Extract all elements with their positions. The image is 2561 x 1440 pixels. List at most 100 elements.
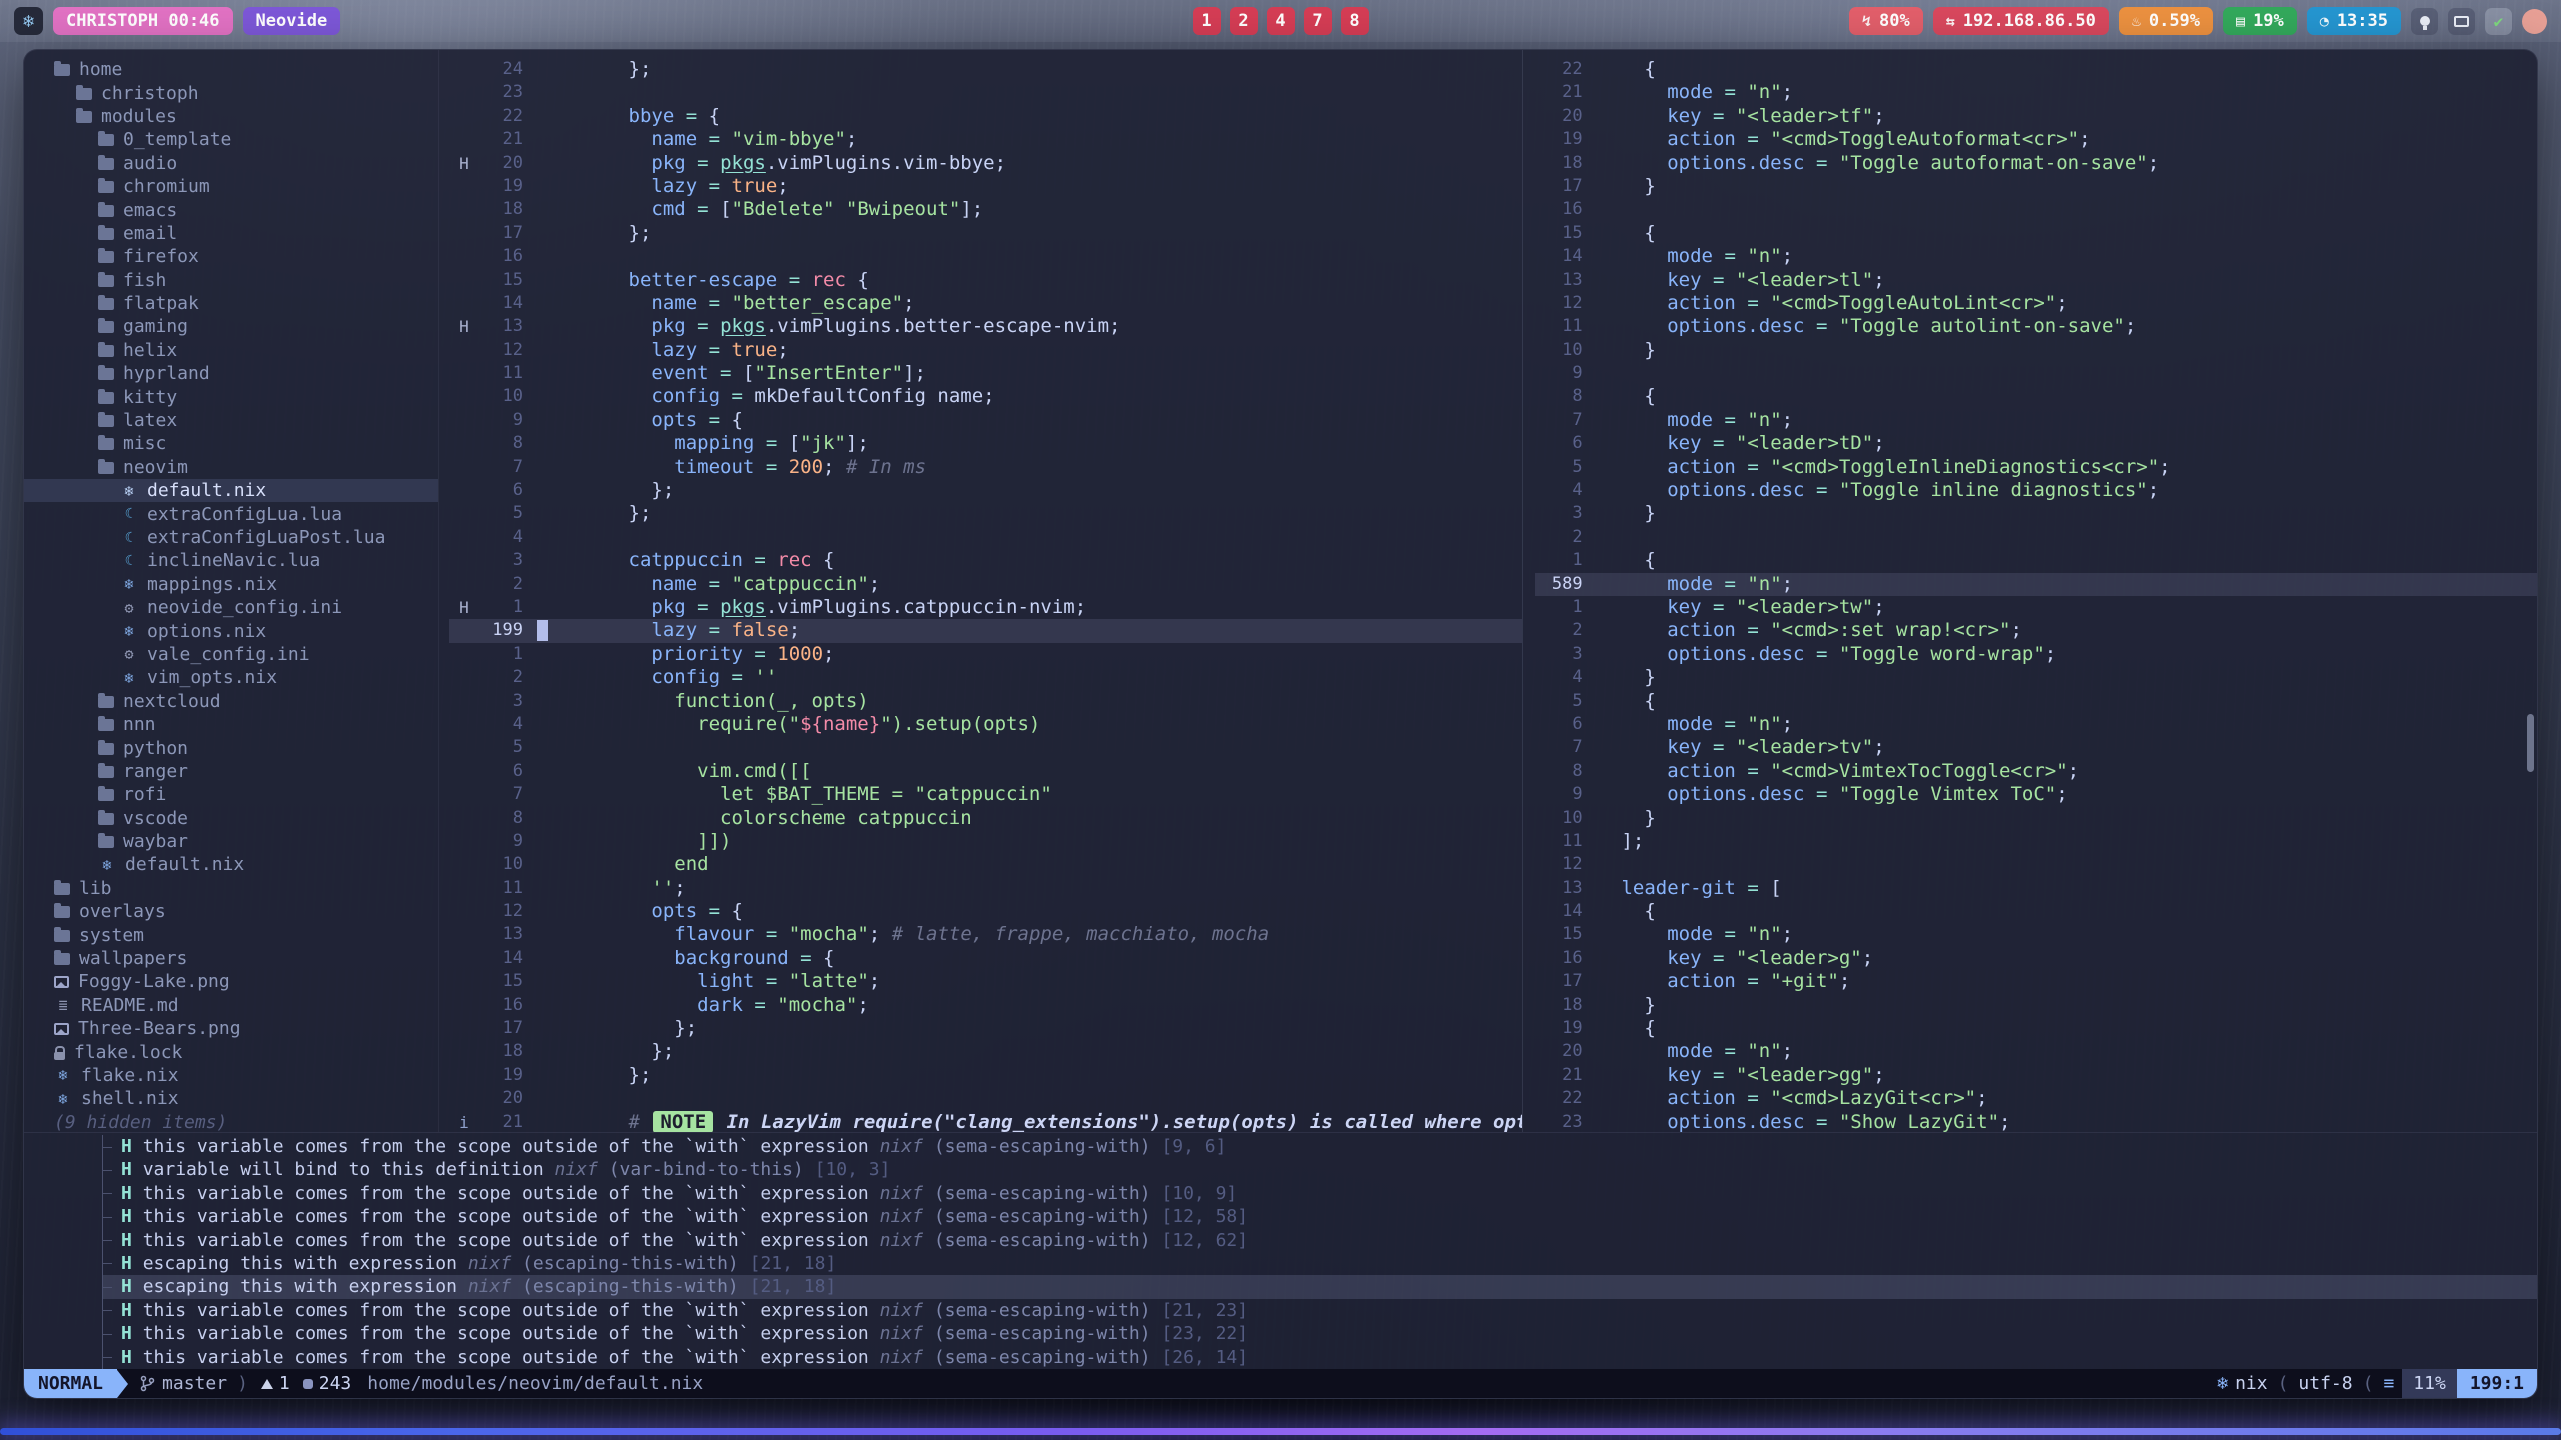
code-line[interactable]: 1 { — [1535, 549, 2537, 572]
workspace-button[interactable]: 4 — [1267, 7, 1295, 35]
code-line[interactable]: 5 action = "<cmd>ToggleInlineDiagnostics… — [1535, 456, 2537, 479]
code-line[interactable]: 17 action = "+git"; — [1535, 970, 2537, 993]
tree-item[interactable]: helix — [24, 339, 438, 362]
code-line[interactable]: 8 mapping = ["jk"]; — [449, 432, 1522, 455]
display-icon[interactable] — [2448, 8, 2475, 35]
tree-item[interactable]: home — [24, 58, 438, 81]
tree-item[interactable]: ☾extraConfigLuaPost.lua — [24, 526, 438, 549]
code-line[interactable]: 2 — [1535, 526, 2537, 549]
code-line[interactable]: 9 options.desc = "Toggle Vimtex ToC"; — [1535, 783, 2537, 806]
code-line[interactable]: 19 action = "<cmd>ToggleAutoformat<cr>"; — [1535, 128, 2537, 151]
clock-pill[interactable]: ◔13:35 — [2307, 7, 2401, 35]
tree-item[interactable]: flake.lock — [24, 1040, 438, 1063]
workspace-button[interactable]: 1 — [1193, 7, 1221, 35]
code-line[interactable]: 20 key = "<leader>tf"; — [1535, 105, 2537, 128]
code-line[interactable]: 11 ]; — [1535, 830, 2537, 853]
code-line[interactable]: 1 key = "<leader>tw"; — [1535, 596, 2537, 619]
tree-item[interactable]: overlays — [24, 900, 438, 923]
code-line[interactable]: 12 opts = { — [449, 900, 1522, 923]
code-line[interactable]: H20 pkg = pkgs.vimPlugins.vim-bbye; — [449, 152, 1522, 175]
code-line[interactable]: 15 light = "latte"; — [449, 970, 1522, 993]
workspace-button[interactable]: 7 — [1304, 7, 1332, 35]
tree-item[interactable]: ❄options.nix — [24, 619, 438, 642]
tree-item[interactable]: neovim — [24, 456, 438, 479]
network-pill[interactable]: ⇆192.168.86.50 — [1933, 7, 2109, 35]
avatar-dot[interactable] — [2522, 9, 2547, 34]
tree-item[interactable]: ☾extraConfigLua.lua — [24, 502, 438, 525]
tree-item[interactable]: wallpapers — [24, 947, 438, 970]
code-line[interactable]: 21 name = "vim-bbye"; — [449, 128, 1522, 151]
tree-item[interactable]: ⚙vale_config.ini — [24, 643, 438, 666]
code-line[interactable]: 3 function(_, opts) — [449, 690, 1522, 713]
code-line[interactable]: 11 options.desc = "Toggle autolint-on-sa… — [1535, 315, 2537, 338]
tree-item[interactable]: hyprland — [24, 362, 438, 385]
code-line[interactable]: 21 key = "<leader>gg"; — [1535, 1064, 2537, 1087]
tree-item[interactable]: ❄flake.nix — [24, 1064, 438, 1087]
code-line[interactable]: 6 vim.cmd([[ — [449, 760, 1522, 783]
workspace-button[interactable]: 8 — [1341, 7, 1369, 35]
tree-item[interactable]: nnn — [24, 713, 438, 736]
code-line[interactable]: 5 — [449, 736, 1522, 759]
code-line[interactable]: H1 pkg = pkgs.vimPlugins.catppuccin-nvim… — [449, 596, 1522, 619]
diagnostic-item[interactable]: H this variable comes from the scope out… — [102, 1322, 2537, 1345]
diagnostic-item[interactable]: H this variable comes from the scope out… — [102, 1205, 2537, 1228]
battery-pill[interactable]: ↯80% — [1849, 7, 1923, 35]
code-line[interactable]: 13 leader-git = [ — [1535, 877, 2537, 900]
lightbulb-icon[interactable] — [2411, 8, 2438, 35]
diagnostic-item[interactable]: H this variable comes from the scope out… — [102, 1135, 2537, 1158]
code-line[interactable]: 18 options.desc = "Toggle autoformat-on-… — [1535, 152, 2537, 175]
diagnostic-item[interactable]: H escaping this with expression nixf (es… — [102, 1275, 2537, 1298]
tree-item[interactable]: ❄default.nix — [24, 479, 438, 502]
tree-item[interactable]: 0_template — [24, 128, 438, 151]
code-line[interactable]: 14 { — [1535, 900, 2537, 923]
tree-item[interactable]: ❄vim_opts.nix — [24, 666, 438, 689]
code-line[interactable]: 17 }; — [449, 1017, 1522, 1040]
tree-item[interactable]: ❄default.nix — [24, 853, 438, 876]
code-line[interactable]: 13 flavour = "mocha"; # latte, frappe, m… — [449, 923, 1522, 946]
code-line[interactable]: 199 lazy = false; — [449, 619, 1522, 642]
code-line[interactable]: 5 { — [1535, 690, 2537, 713]
code-line[interactable]: 6 mode = "n"; — [1535, 713, 2537, 736]
code-line[interactable]: 17 }; — [449, 222, 1522, 245]
code-line[interactable]: 4 } — [1535, 666, 2537, 689]
code-line[interactable]: 22 action = "<cmd>LazyGit<cr>"; — [1535, 1087, 2537, 1110]
code-line[interactable]: 3 } — [1535, 502, 2537, 525]
tree-item[interactable]: ❄mappings.nix — [24, 573, 438, 596]
tree-item[interactable]: ⚙neovide_config.ini — [24, 596, 438, 619]
code-line[interactable]: 22 bbye = { — [449, 105, 1522, 128]
check-icon[interactable]: ✔ — [2485, 8, 2512, 35]
tree-item[interactable]: Foggy-Lake.png — [24, 970, 438, 993]
code-line[interactable]: 21 mode = "n"; — [1535, 81, 2537, 104]
tree-item[interactable]: Three-Bears.png — [24, 1017, 438, 1040]
tree-item[interactable]: modules — [24, 105, 438, 128]
code-line[interactable]: 2 config = '' — [449, 666, 1522, 689]
code-line[interactable]: 20 mode = "n"; — [1535, 1040, 2537, 1063]
code-line[interactable]: 19 { — [1535, 1017, 2537, 1040]
tree-item[interactable]: nextcloud — [24, 690, 438, 713]
tree-item[interactable]: rofi — [24, 783, 438, 806]
code-line[interactable]: 19 lazy = true; — [449, 175, 1522, 198]
diagnostic-item[interactable]: H variable will bind to this definition … — [102, 1158, 2537, 1181]
code-line[interactable]: 15 better-escape = rec { — [449, 269, 1522, 292]
diagnostic-item[interactable]: H this variable comes from the scope out… — [102, 1229, 2537, 1252]
code-line[interactable]: 20 — [449, 1087, 1522, 1110]
tree-item[interactable]: latex — [24, 409, 438, 432]
scrollbar-thumb[interactable] — [2527, 714, 2534, 772]
tree-item[interactable]: waybar — [24, 830, 438, 853]
code-line[interactable]: 17 } — [1535, 175, 2537, 198]
code-line[interactable]: i21 # NOTE In LazyVim require("clang_ext… — [449, 1111, 1522, 1132]
code-line[interactable]: 1 priority = 1000; — [449, 643, 1522, 666]
diagnostic-item[interactable]: H escaping this with expression nixf (es… — [102, 1252, 2537, 1275]
code-line[interactable]: 9 — [1535, 362, 2537, 385]
code-line[interactable]: 9 ]]) — [449, 830, 1522, 853]
code-line[interactable]: 3 catppuccin = rec { — [449, 549, 1522, 572]
diagnostic-item[interactable]: H this variable comes from the scope out… — [102, 1299, 2537, 1322]
tree-item[interactable]: flatpak — [24, 292, 438, 315]
code-line[interactable]: 7 mode = "n"; — [1535, 409, 2537, 432]
tree-item[interactable]: email — [24, 222, 438, 245]
tree-item[interactable]: misc — [24, 432, 438, 455]
code-line[interactable]: 10 config = mkDefaultConfig name; — [449, 385, 1522, 408]
tree-item[interactable]: gaming — [24, 315, 438, 338]
code-line[interactable]: 18 } — [1535, 994, 2537, 1017]
code-line[interactable]: 589 mode = "n"; — [1535, 573, 2537, 596]
